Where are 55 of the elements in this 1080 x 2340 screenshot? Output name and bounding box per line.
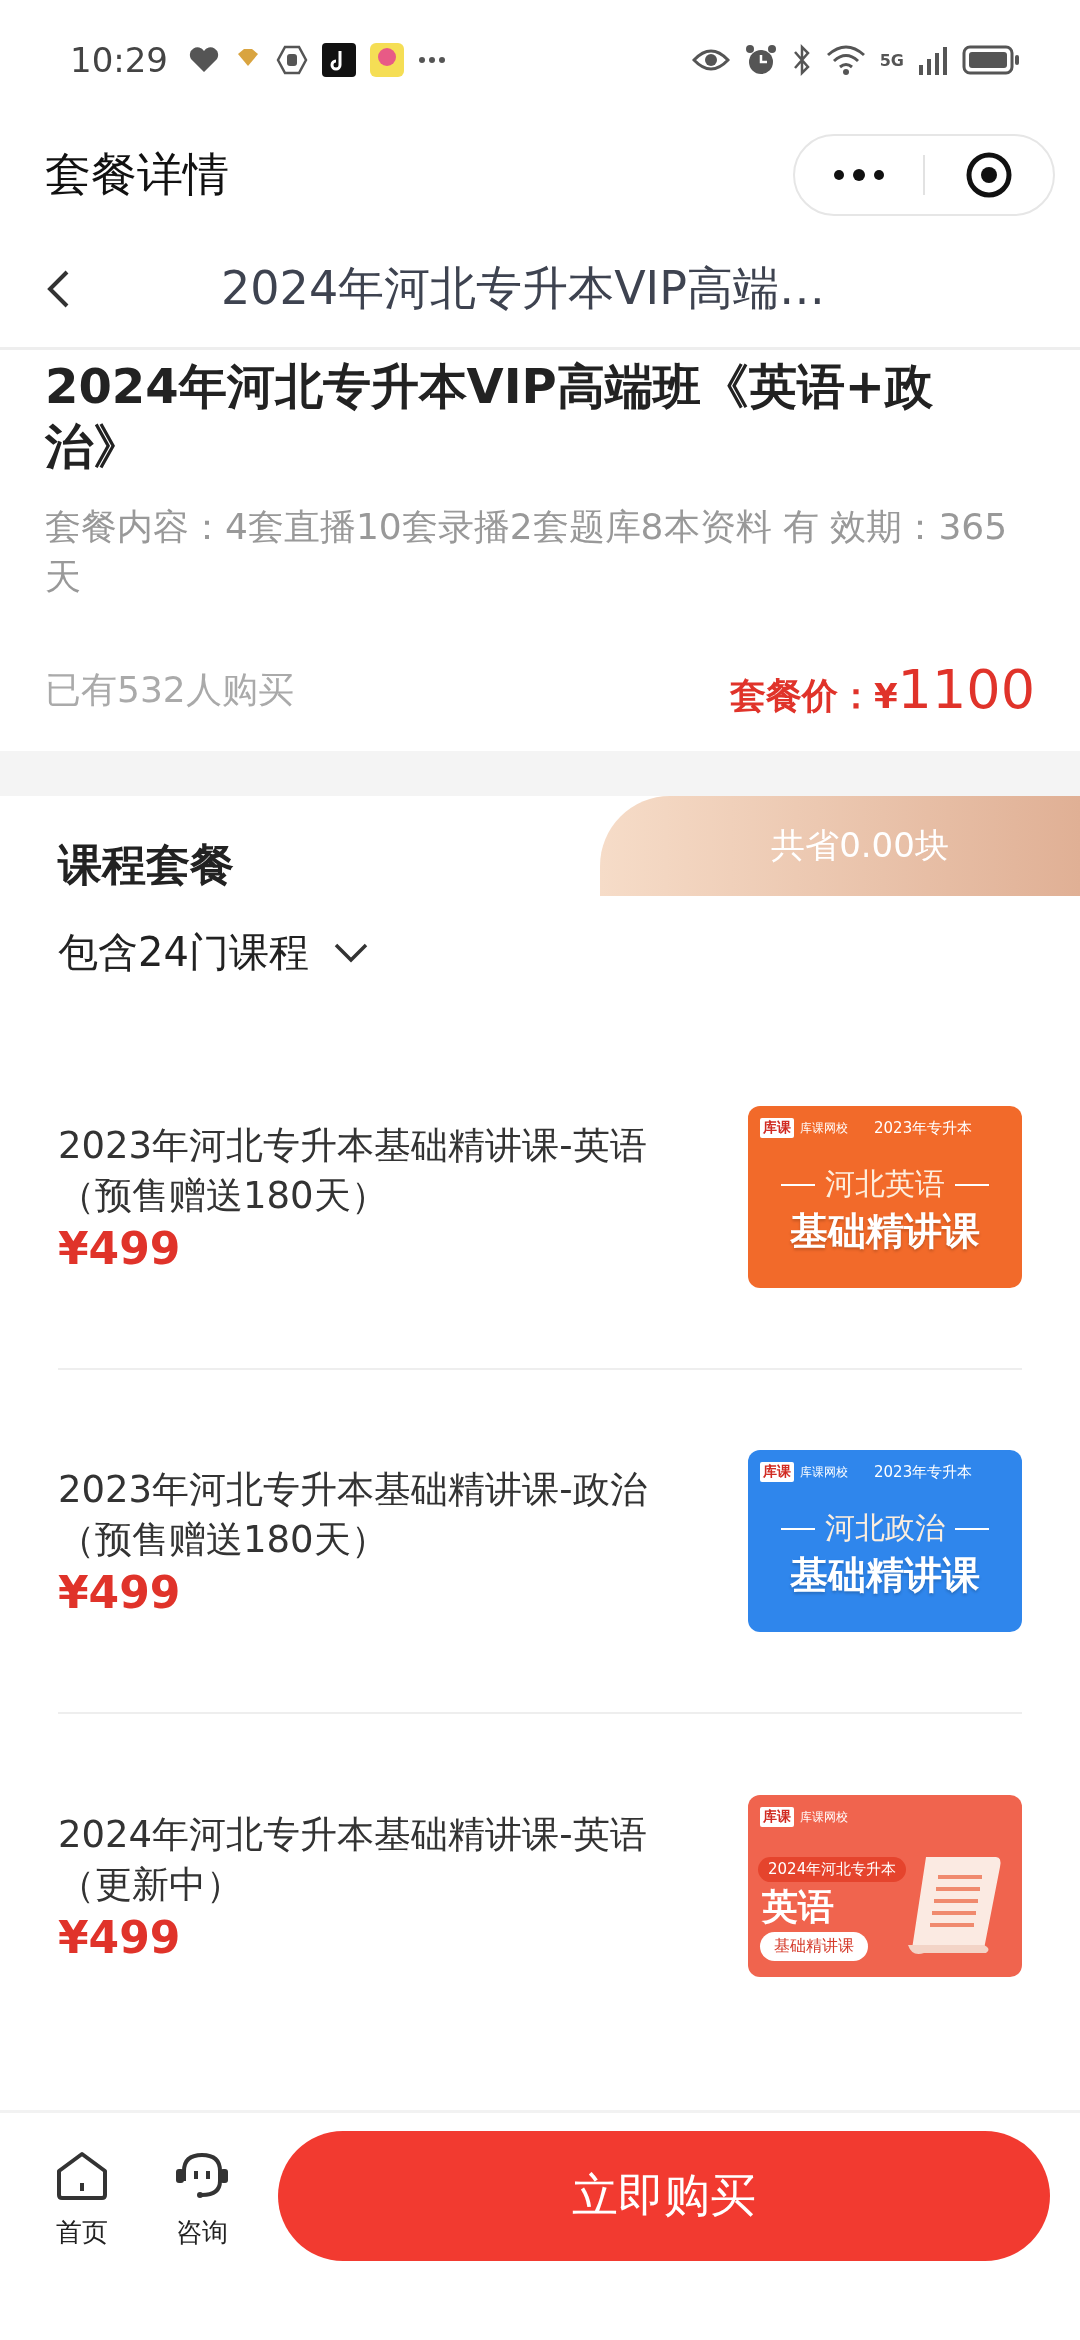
course-price: ¥499 [58,1566,182,1618]
course-thumbnail[interactable]: 库课 库课网校 2023年专升本 河北政治 基础精讲课 [748,1450,1022,1632]
hand-icon [276,44,308,76]
price-label: 套餐价： [729,674,874,718]
course-title[interactable]: 2024年河北专升本基础精讲课-英语（更新中） [58,1809,648,1910]
nav-label[interactable]: 首页 [56,2215,108,2250]
thumbnail-tag: 2023年专升本 [874,1119,973,1138]
course-title[interactable]: 2023年河北专升本基础精讲课-政治（预售赠送180天） [58,1464,648,1565]
app-icon [322,43,356,77]
close-icon[interactable] [964,150,1014,200]
brand-logo: 库课 [760,1462,794,1482]
brand-name: 库课网校 [800,1463,848,1481]
battery-icon [962,45,1020,75]
back-icon[interactable] [45,268,71,309]
brand-name: 库课网校 [800,1119,848,1137]
nav-label[interactable]: 咨询 [176,2215,228,2250]
more-icon [418,56,446,64]
nav-title: 2024年河北专升本VIP高端… [220,259,826,317]
thumbnail-subject: 河北政治 [825,1509,945,1547]
network-label: 5G [879,50,904,70]
brand-logo: 库课 [760,1118,794,1138]
thumbnail-tag: 2023年专升本 [874,1463,973,1482]
package-content: 套餐内容：4套直播10套录播2套题库8本资料 有 效期：365天 [45,505,1009,599]
thumbnail-course: 基础精讲课 [789,1552,981,1599]
package-price: 1100 [897,658,1035,721]
bluetooth-icon [791,43,812,77]
alarm-icon [743,43,778,77]
course-thumbnail[interactable]: 库课 库课网校 2023年专升本 河北英语 基础精讲课 [748,1106,1022,1288]
course-title[interactable]: 2023年河北专升本基础精讲课-英语（预售赠送180天） [58,1120,648,1221]
thumbnail-tag: 2024年河北专升本 [758,1857,907,1882]
course-count[interactable]: 包含24门课程 [58,925,309,980]
signal-icon [918,45,948,75]
chevron-down-icon[interactable] [332,941,369,964]
course-price: ¥499 [58,1222,182,1274]
package-title: 2024年河北专升本VIP高端班《英语+政治》 [45,357,934,476]
home-icon[interactable] [55,2151,109,2201]
buyer-count: 已有532人购买 [45,668,294,712]
heart-icon [188,46,220,74]
app-icon [370,43,404,77]
status-time: 10:29 [70,40,168,80]
page-title: 套餐详情 [45,146,229,203]
thumbnail-course: 基础精讲课 [789,1208,981,1255]
thumbnail-subject: 英语 [762,1885,834,1929]
brand-name: 库课网校 [800,1808,848,1826]
currency-symbol: ¥ [873,676,898,716]
section-title: 课程套餐 [58,838,234,892]
course-thumbnail[interactable]: 库课 库课网校 2024年河北专升本 英语 基础精讲课 [748,1795,1022,1977]
wifi-icon [825,45,866,75]
thumbnail-course: 基础精讲课 [760,1932,868,1961]
more-icon[interactable] [833,169,885,181]
brand-logo: 库课 [760,1807,794,1827]
course-price: ¥499 [58,1911,182,1963]
eye-icon [691,47,730,73]
thumbnail-subject: 河北英语 [825,1165,945,1203]
buy-button[interactable]: 立即购买 [278,2131,1050,2261]
